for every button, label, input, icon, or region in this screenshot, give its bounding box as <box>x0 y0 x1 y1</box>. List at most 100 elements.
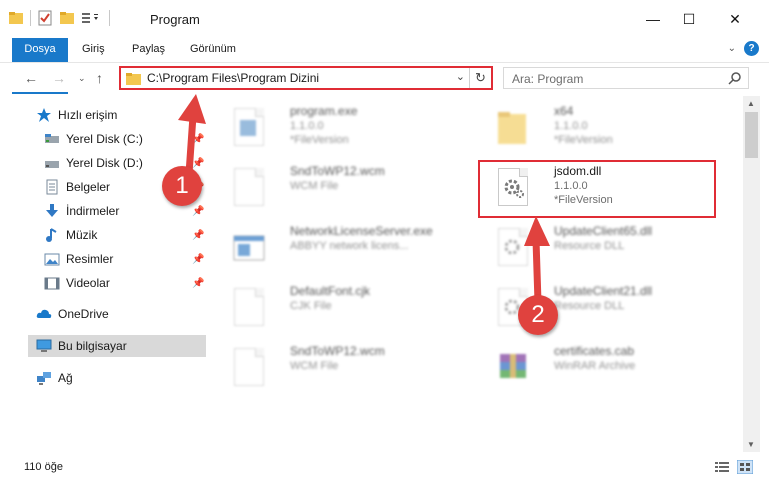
vertical-scrollbar[interactable]: ▲ ▼ <box>743 96 760 452</box>
sidebar-item-label: Videolar <box>66 276 110 290</box>
address-path[interactable]: C:\Program Files\Program Dizini <box>147 71 319 85</box>
sidebar-item-label: Bu bilgisayar <box>58 339 127 353</box>
help-icon[interactable]: ? <box>744 41 759 56</box>
new-folder-icon[interactable] <box>59 10 75 26</box>
folder-icon <box>9 12 23 24</box>
document-file-icon <box>232 286 266 328</box>
music-icon <box>44 227 60 243</box>
ribbon-controls: ⌄ ? <box>728 41 759 56</box>
scrollbar-thumb[interactable] <box>745 112 758 158</box>
list-item[interactable]: certificates.cab WinRAR Archive <box>478 338 718 394</box>
sidebar-item-label: Resimler <box>66 252 114 266</box>
file-detail: WCM File <box>290 180 339 192</box>
forward-arrow-icon[interactable]: → <box>52 70 66 86</box>
file-detail: WCM File <box>290 360 339 372</box>
ribbon-tabs: Dosya Giriş Paylaş Görünüm ⌄ ? <box>0 38 769 94</box>
pin-icon[interactable]: 📌 <box>192 230 204 241</box>
scroll-up-icon[interactable]: ▲ <box>747 99 755 108</box>
videos-icon <box>44 275 60 291</box>
file-detail: CJK File <box>290 300 332 312</box>
tab-share[interactable]: Paylaş <box>122 38 175 60</box>
file-detail: ABBYY network licens... <box>290 240 409 252</box>
file-detail: *FileVersion <box>554 134 613 146</box>
maximize-button[interactable]: ☐ <box>666 0 712 38</box>
file-detail: 1.1.0.0 <box>554 120 588 132</box>
callout-badge-1: 1 <box>162 166 202 206</box>
download-icon <box>44 203 60 219</box>
item-count: 110 öğe <box>24 461 63 473</box>
sidebar-item-network[interactable]: Ağ <box>0 367 206 389</box>
separator <box>109 10 110 26</box>
sidebar-item-label: OneDrive <box>58 307 109 321</box>
file-detail: 1.1.0.0 <box>290 120 324 132</box>
sidebar-item-music[interactable]: Müzik 📌 <box>0 224 206 246</box>
sidebar-item-videos[interactable]: Videolar 📌 <box>0 272 206 294</box>
scroll-down-icon[interactable]: ▼ <box>747 440 755 449</box>
sidebar-item-label: İndirmeler <box>66 204 120 218</box>
pictures-icon <box>44 251 60 267</box>
callout-badge-2: 2 <box>518 295 558 335</box>
status-bar: 110 öğe <box>0 456 769 480</box>
large-icons-view-icon[interactable] <box>737 460 753 474</box>
sidebar-item-label: Yerel Disk (C:) <box>66 132 143 146</box>
separator <box>30 10 31 26</box>
drive-icon <box>44 131 60 147</box>
list-item[interactable]: DefaultFont.cjk CJK File <box>214 278 454 334</box>
address-bar[interactable]: C:\Program Files\Program Dizini ⌄ ↻ <box>119 66 493 90</box>
exe-file-icon <box>232 106 266 148</box>
cloud-icon <box>36 306 52 322</box>
search-icon[interactable] <box>728 71 742 85</box>
chevron-down-icon[interactable]: ⌄ <box>456 70 465 83</box>
folder-icon <box>126 73 141 85</box>
file-name: certificates.cab <box>554 344 635 358</box>
close-button[interactable]: ✕ <box>712 0 758 38</box>
sidebar-item-label: Ağ <box>58 371 73 385</box>
back-arrow-icon[interactable]: ← <box>24 70 38 86</box>
list-item[interactable]: SndToWP12.wcm WCM File <box>214 338 454 394</box>
sidebar-item-label: Müzik <box>66 228 98 242</box>
tab-home[interactable]: Giriş <box>72 38 115 60</box>
pin-icon[interactable]: 📌 <box>192 254 204 265</box>
recent-locations-icon[interactable]: ⌄ <box>78 73 86 84</box>
quick-access-toolbar <box>8 10 110 26</box>
sidebar-item-this-pc[interactable]: Bu bilgisayar <box>28 335 206 357</box>
tab-view[interactable]: Görünüm <box>180 38 246 60</box>
expand-ribbon-icon[interactable]: ⌄ <box>728 43 736 54</box>
refresh-icon[interactable]: ↻ <box>469 68 491 88</box>
details-view-icon[interactable] <box>714 460 730 474</box>
file-name: SndToWP12.wcm <box>290 164 385 178</box>
sidebar-item-onedrive[interactable]: OneDrive <box>0 303 206 325</box>
window-title: Program <box>150 12 200 27</box>
file-list: program.exe 1.1.0.0 *FileVersion x64 1.1… <box>214 96 741 452</box>
application-icon <box>232 226 266 268</box>
file-name: x64 <box>554 104 574 118</box>
up-arrow-icon[interactable]: ↑ <box>96 70 103 86</box>
file-name: program.exe <box>290 104 358 118</box>
properties-icon[interactable] <box>37 10 53 26</box>
search-input[interactable]: Ara: Program <box>503 67 749 89</box>
address-row: ← → ⌄ ↑ C:\Program Files\Program Dizini … <box>0 62 769 92</box>
document-file-icon <box>232 346 266 388</box>
sidebar-item-label: Yerel Disk (D:) <box>66 156 143 170</box>
drive-icon <box>44 155 60 171</box>
customize-toolbar-icon[interactable] <box>81 10 103 26</box>
document-file-icon <box>232 166 266 208</box>
title-bar: Program — ☐ ✕ <box>0 0 769 38</box>
file-name: DefaultFont.cjk <box>290 284 371 298</box>
file-detail: *FileVersion <box>290 134 349 146</box>
computer-icon <box>36 338 52 354</box>
sidebar-item-pictures[interactable]: Resimler 📌 <box>0 248 206 270</box>
pin-icon[interactable]: 📌 <box>192 206 204 217</box>
list-item[interactable]: program.exe 1.1.0.0 *FileVersion <box>214 98 454 154</box>
documents-icon <box>44 179 60 195</box>
list-item[interactable]: SndToWP12.wcm WCM File <box>214 158 454 214</box>
sidebar-item-label: Hızlı erişim <box>58 108 118 122</box>
folder-icon <box>496 106 530 148</box>
list-item[interactable]: NetworkLicenseServer.exe ABBYY network l… <box>214 218 454 274</box>
file-name: SndToWP12.wcm <box>290 344 385 358</box>
list-item[interactable]: x64 1.1.0.0 *FileVersion <box>478 98 718 154</box>
search-placeholder: Ara: Program <box>512 72 584 86</box>
network-icon <box>36 370 52 386</box>
file-highlight-box <box>478 160 716 218</box>
pin-icon[interactable]: 📌 <box>192 278 204 289</box>
